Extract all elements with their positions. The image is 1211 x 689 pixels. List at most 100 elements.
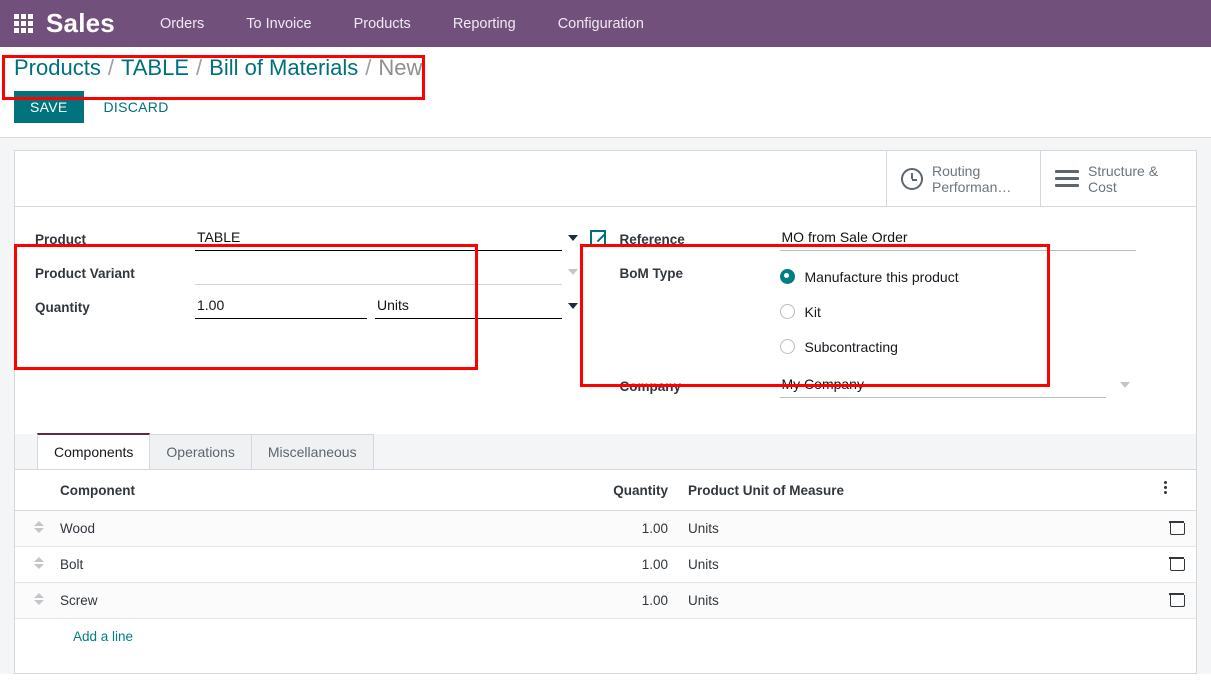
cell-quantity[interactable]: 1.00 [496, 582, 676, 619]
radio-option-subcontracting[interactable]: Subcontracting [779, 329, 1197, 364]
breadcrumb: Products / TABLE / Bill of Materials / N… [0, 47, 1211, 85]
apps-grid-icon[interactable] [10, 11, 36, 37]
menu-item-orders[interactable]: Orders [139, 10, 225, 38]
radio-option-kit[interactable]: Kit [779, 294, 1197, 329]
app-brand-title[interactable]: Sales [46, 8, 115, 39]
tab-operations[interactable]: Operations [149, 434, 252, 469]
product-variant-input[interactable] [195, 259, 562, 285]
cell-quantity[interactable]: 1.00 [496, 510, 676, 547]
components-table-body: Wood 1.00 Units Bolt 1.00 Units Screw 1.… [15, 510, 1196, 619]
cell-component[interactable]: Bolt [52, 546, 496, 583]
notebook-tabs: Components Operations Miscellaneous [15, 433, 1196, 470]
stat-button-structure-and-cost[interactable]: Structure & Cost [1040, 151, 1196, 206]
drag-handle-icon[interactable] [33, 557, 44, 569]
field-row-quantity: Quantity [35, 293, 606, 327]
form-sheet: Routing Performan… Structure & Cost Prod… [14, 150, 1197, 674]
chevron-down-icon[interactable] [567, 235, 578, 241]
main-content: Routing Performan… Structure & Cost Prod… [0, 138, 1211, 674]
column-header-quantity[interactable]: Quantity [496, 470, 676, 511]
breadcrumb-item-products[interactable]: Products [14, 55, 101, 81]
chevron-down-icon[interactable] [567, 303, 578, 309]
stat-button-label: Structure & Cost [1088, 162, 1159, 195]
stat-button-box: Routing Performan… Structure & Cost [15, 151, 1196, 207]
add-a-line-button[interactable]: Add a line [15, 619, 141, 654]
cell-component[interactable]: Wood [52, 510, 496, 547]
radio-option-manufacture[interactable]: Manufacture this product [779, 259, 1197, 294]
form-body: Product Product Variant [15, 207, 1196, 406]
cell-uom[interactable]: Units [676, 546, 1156, 583]
row-drag-handle-cell[interactable] [15, 546, 52, 583]
table-row[interactable]: Screw 1.00 Units [15, 582, 1196, 619]
menu-item-to-invoice[interactable]: To Invoice [225, 10, 332, 38]
column-header-uom[interactable]: Product Unit of Measure [676, 470, 1156, 511]
breadcrumb-separator: / [365, 55, 372, 80]
breadcrumb-item-table[interactable]: TABLE [121, 55, 189, 81]
row-drag-handle-cell[interactable] [15, 582, 52, 619]
cell-quantity[interactable]: 1.00 [496, 546, 676, 583]
table-row[interactable]: Wood 1.00 Units [15, 510, 1196, 547]
field-label-bom-type: BoM Type [619, 266, 684, 281]
chevron-down-icon[interactable] [1120, 382, 1130, 388]
top-navbar: Sales Orders To Invoice Products Reporti… [0, 0, 1211, 47]
menu-item-reporting[interactable]: Reporting [432, 10, 537, 38]
breadcrumb-item-bill-of-materials[interactable]: Bill of Materials [209, 55, 358, 81]
row-delete-cell[interactable] [1156, 546, 1196, 583]
company-input[interactable] [779, 372, 1106, 398]
stat-button-routing-performance[interactable]: Routing Performan… [886, 151, 1040, 206]
breadcrumb-item-new: New [378, 55, 423, 80]
menu-item-configuration[interactable]: Configuration [537, 10, 665, 38]
radio-label: Kit [804, 303, 821, 320]
external-link-icon[interactable] [589, 230, 606, 246]
row-delete-cell[interactable] [1156, 582, 1196, 619]
drag-handle-icon[interactable] [33, 593, 44, 605]
field-label-reference: Reference [619, 232, 685, 247]
row-drag-handle-cell[interactable] [15, 510, 52, 547]
field-row-company: Company [620, 372, 1197, 406]
field-row-product: Product [35, 225, 606, 259]
bars-icon [1055, 169, 1079, 188]
chevron-down-icon[interactable] [567, 269, 578, 275]
quantity-input[interactable] [195, 293, 367, 319]
field-label-quantity: Quantity [35, 300, 90, 315]
field-row-product-variant: Product Variant [35, 259, 606, 293]
uom-input[interactable] [375, 293, 562, 319]
radio-icon-selected[interactable] [779, 269, 795, 284]
field-row-bom-type: BoM Type Manufacture this product Kit Su… [620, 259, 1197, 364]
radio-label: Manufacture this product [804, 268, 959, 285]
radio-label: Subcontracting [804, 338, 898, 355]
field-label-product: Product [35, 232, 87, 247]
cell-component[interactable]: Screw [52, 582, 496, 619]
discard-button[interactable]: DISCARD [90, 91, 183, 123]
radio-icon[interactable] [779, 339, 795, 354]
field-label-company: Company [619, 379, 682, 394]
column-options[interactable] [1156, 470, 1196, 511]
reference-input[interactable] [779, 225, 1136, 251]
components-table: Component Quantity Product Unit of Measu… [15, 470, 1196, 619]
field-label-product-variant: Product Variant [35, 266, 135, 281]
menu-item-products[interactable]: Products [333, 10, 432, 38]
vertical-dots-icon[interactable] [1164, 481, 1168, 496]
cell-uom[interactable]: Units [676, 582, 1156, 619]
product-input[interactable] [195, 225, 562, 251]
row-delete-cell[interactable] [1156, 510, 1196, 547]
tab-miscellaneous[interactable]: Miscellaneous [250, 434, 374, 469]
tab-components[interactable]: Components [37, 433, 151, 469]
control-panel: Products / TABLE / Bill of Materials / N… [0, 47, 1211, 138]
save-button[interactable]: SAVE [14, 91, 84, 123]
radio-icon[interactable] [779, 304, 795, 319]
trash-icon[interactable] [1168, 556, 1185, 571]
main-menu: Orders To Invoice Products Reporting Con… [139, 10, 665, 38]
drag-handle-icon[interactable] [33, 521, 44, 533]
breadcrumb-separator: / [107, 55, 114, 80]
form-group-right: Reference BoM Type Manufacture this prod… [606, 225, 1197, 406]
record-actions: SAVE DISCARD [0, 85, 1211, 137]
table-header-row: Component Quantity Product Unit of Measu… [15, 470, 1196, 511]
cell-uom[interactable]: Units [676, 510, 1156, 547]
form-group-left: Product Product Variant [15, 225, 606, 406]
column-header-handle [15, 470, 52, 511]
notebook: Components Operations Miscellaneous Comp… [15, 433, 1196, 654]
column-header-component[interactable]: Component [52, 470, 496, 511]
trash-icon[interactable] [1168, 592, 1185, 607]
trash-icon[interactable] [1168, 520, 1185, 535]
table-row[interactable]: Bolt 1.00 Units [15, 546, 1196, 583]
